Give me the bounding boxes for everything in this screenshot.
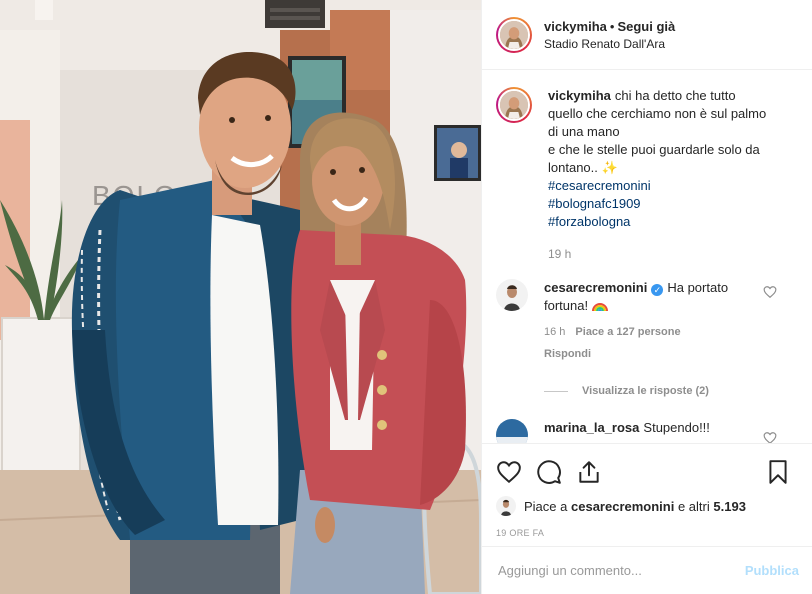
photo-illustration: BOLOGNA — [0, 0, 481, 594]
caption-line: chi ha detto che tutto — [614, 88, 736, 103]
comment-icon[interactable] — [536, 459, 562, 485]
caption-avatar-image — [500, 91, 528, 119]
likes-text: Piace a cesarecremonini e altri 5.193 — [524, 499, 746, 514]
author-avatar[interactable] — [496, 16, 532, 53]
comment-like-heart-icon[interactable] — [763, 285, 777, 299]
post-photo[interactable]: BOLOGNA — [0, 0, 481, 594]
caption-text: vickymiha chi ha detto che tutto quello c… — [548, 87, 799, 263]
hashtag-link[interactable]: #forzabologna — [548, 213, 799, 231]
reply-button[interactable]: Rispondi — [544, 345, 591, 363]
view-replies-label: Visualizza le risposte (2) — [582, 385, 709, 397]
caption-username[interactable]: vickymiha — [548, 88, 611, 103]
comment-input[interactable] — [498, 563, 745, 578]
verified-badge-icon: ✓ — [651, 284, 664, 296]
caption-line: lontano.. ✨ — [548, 160, 618, 175]
caption-author-avatar[interactable] — [496, 87, 532, 123]
share-icon[interactable] — [576, 459, 602, 485]
caption: vickymiha chi ha detto che tutto quello c… — [496, 87, 799, 263]
post-header: vickymiha • Segui già Stadio Renato Dall'A… — [482, 0, 812, 70]
comment-text: Ha portato — [667, 280, 729, 295]
post-side-panel: vickymiha • Segui già Stadio Renato Dall'A… — [481, 0, 812, 594]
likes-suffix: e altri — [677, 498, 710, 514]
caption-line: di una mano — [548, 124, 620, 139]
commenter-avatar[interactable] — [496, 279, 528, 311]
hashtag-link[interactable]: #bolognafc1909 — [548, 195, 799, 213]
commenter-avatar-image — [496, 279, 528, 311]
view-replies-button[interactable]: Visualizza le risposte (2) — [544, 385, 799, 397]
commenter-avatar-image — [496, 419, 528, 443]
post-actions: Piace a cesarecremonini e altri 5.193 19… — [482, 443, 812, 538]
hashtag-link[interactable]: #cesarecremonini — [548, 177, 799, 195]
bookmark-icon[interactable] — [765, 459, 791, 485]
comment-text: Stupendo!!! — [643, 420, 710, 435]
location-link[interactable]: Stadio Renato Dall'Ara — [544, 37, 675, 51]
comment-username[interactable]: marina_la_rosa — [544, 420, 639, 435]
add-comment-bar: Pubblica — [482, 546, 812, 594]
comment-likes[interactable]: Piace a 127 persone — [575, 323, 680, 341]
replies-divider — [544, 390, 568, 392]
posted-time[interactable]: 19 ORE FA — [496, 528, 799, 538]
comment-like-heart-icon[interactable] — [763, 431, 777, 443]
comment-text: fortuna! — [544, 298, 589, 313]
comments-list[interactable]: vickymiha chi ha detto che tutto quello c… — [482, 71, 812, 443]
comment-meta-2: Rispondi — [544, 345, 799, 363]
comment-username[interactable]: cesarecremonini — [544, 280, 647, 295]
follow-button[interactable]: Segui già — [617, 19, 675, 34]
separator-dot: • — [609, 18, 615, 34]
author-avatar-image — [500, 20, 528, 49]
caption-line: e che le stelle puoi guardarle solo da — [548, 142, 760, 157]
rainbow-icon — [591, 303, 608, 311]
liker-avatar-image — [496, 496, 516, 516]
commenter-avatar[interactable] — [496, 419, 528, 443]
comment-meta: 16 h Piace a 127 persone — [544, 323, 799, 341]
liker-avatar — [496, 496, 516, 516]
author-username[interactable]: vickymiha — [544, 19, 607, 34]
likes-summary[interactable]: Piace a cesarecremonini e altri 5.193 — [496, 496, 799, 516]
likes-prefix: Piace a — [524, 498, 568, 514]
likes-count[interactable]: 5.193 — [713, 499, 746, 514]
publish-button[interactable]: Pubblica — [745, 563, 799, 578]
caption-line: quello che cerchiamo non è sul palmo — [548, 106, 767, 121]
comment-body: cesarecremonini ✓ Ha portato fortuna! 16 h… — [544, 279, 799, 363]
comment-body: marina_la_rosa Stupendo!!! — [544, 419, 799, 437]
heart-icon[interactable] — [496, 459, 522, 485]
header-text: vickymiha • Segui già Stadio Renato Dall'A… — [544, 19, 675, 51]
action-icons — [496, 452, 799, 492]
comment-time[interactable]: 16 h — [544, 323, 565, 341]
caption-time[interactable]: 19 h — [548, 245, 799, 263]
comment: marina_la_rosa Stupendo!!! — [496, 419, 799, 443]
likes-user[interactable]: cesarecremonini — [571, 499, 674, 514]
comment: cesarecremonini ✓ Ha portato fortuna! 16 h… — [496, 279, 799, 363]
